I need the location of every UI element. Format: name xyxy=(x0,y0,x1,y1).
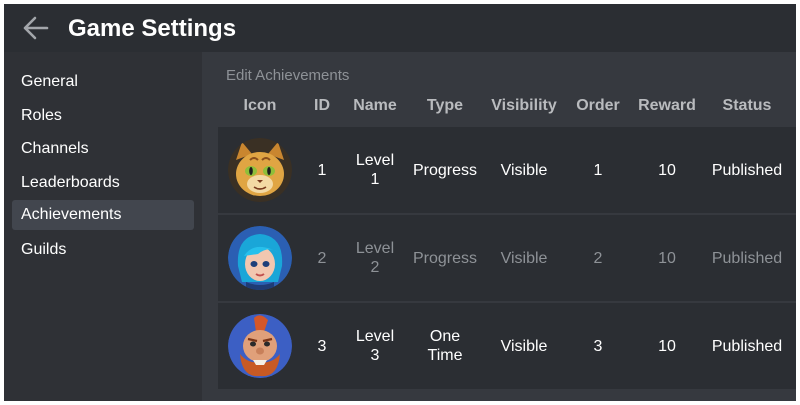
section-title: Edit Achievements xyxy=(226,67,350,84)
header-bar: Game Settings xyxy=(4,4,796,52)
achievement-reward: 10 xyxy=(658,249,676,267)
achievement-id: 2 xyxy=(317,249,327,267)
achievement-status: Published xyxy=(711,249,783,267)
sidebar-nav: General Roles Channels Leaderboards Achi… xyxy=(4,52,202,401)
arrow-left-icon xyxy=(23,16,49,40)
sidebar-item-channels[interactable]: Channels xyxy=(12,134,194,164)
column-header-visibility: Visibility xyxy=(491,97,557,114)
achievement-status: Published xyxy=(711,161,783,179)
page-title: Game Settings xyxy=(68,15,237,42)
achievement-reward: 10 xyxy=(658,337,676,355)
achievement-visibility: Visible xyxy=(500,161,548,179)
sidebar-item-general[interactable]: General xyxy=(12,67,194,97)
achievement-order: 2 xyxy=(593,249,603,267)
achievement-id: 1 xyxy=(317,161,327,179)
column-header-id: ID xyxy=(314,97,330,114)
column-header-reward: Reward xyxy=(638,97,696,114)
bearded-warrior-avatar-icon xyxy=(228,314,292,378)
achievement-order: 3 xyxy=(593,337,603,355)
achievement-name: Level 3 xyxy=(355,328,395,364)
table-row[interactable]: 2 Level 2 Progress Visible 2 10 Published xyxy=(218,215,796,301)
achievement-id: 3 xyxy=(317,337,327,355)
column-header-name: Name xyxy=(353,97,397,114)
blue-haired-girl-avatar-icon xyxy=(228,226,292,290)
achievement-name: Level 2 xyxy=(355,240,395,276)
sidebar-item-roles[interactable]: Roles xyxy=(12,101,194,131)
sidebar-item-leaderboards[interactable]: Leaderboards xyxy=(12,168,194,198)
game-settings-window: Game Settings General Roles Channels Lea… xyxy=(4,4,796,401)
sidebar-item-guilds[interactable]: Guilds xyxy=(12,235,194,265)
achievement-status: Published xyxy=(711,337,783,355)
cat-character-avatar-icon xyxy=(228,138,292,202)
back-button[interactable] xyxy=(22,15,50,41)
achievement-visibility: Visible xyxy=(500,337,548,355)
achievement-type: Progress xyxy=(412,161,478,179)
table-row[interactable]: 1 Level 1 Progress Visible 1 10 Published xyxy=(218,127,796,213)
achievement-type: One Time xyxy=(427,328,463,364)
achievements-panel: Edit Achievements Icon ID Name Type Visi… xyxy=(202,52,796,401)
achievement-order: 1 xyxy=(593,161,603,179)
column-header-order: Order xyxy=(576,97,620,114)
column-header-icon: Icon xyxy=(243,97,277,114)
column-header-type: Type xyxy=(426,97,464,114)
sidebar-item-achievements[interactable]: Achievements xyxy=(12,200,194,230)
table-row[interactable]: 3 Level 3 One Time Visible 3 10 Published xyxy=(218,303,796,389)
achievement-name: Level 1 xyxy=(355,152,395,188)
achievement-reward: 10 xyxy=(658,161,676,179)
achievement-type: Progress xyxy=(412,249,478,267)
column-header-status: Status xyxy=(722,97,772,114)
achievement-visibility: Visible xyxy=(500,249,548,267)
